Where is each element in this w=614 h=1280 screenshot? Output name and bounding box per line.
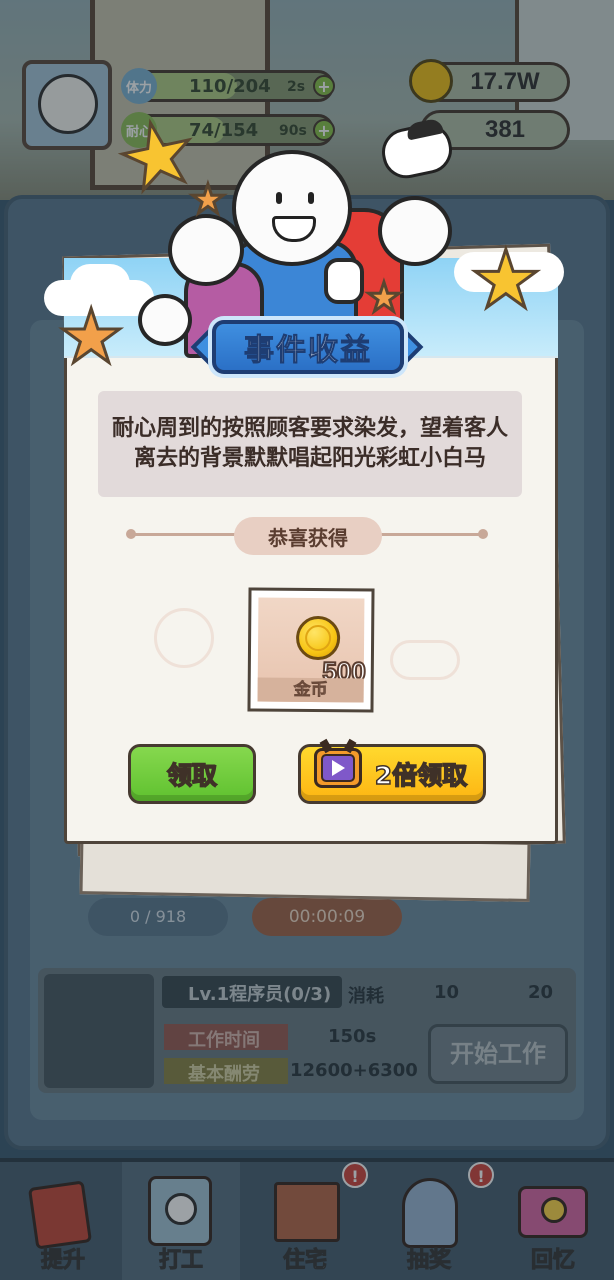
star-icon-mid: ★: [365, 275, 404, 321]
event-description: 耐心周到的按照顾客要求染发，望着客人离去的背景默默唱起阳光彩虹小白马: [111, 416, 508, 471]
star-icon-right: ★: [469, 233, 544, 326]
star-icon-small: ★: [189, 177, 228, 223]
divider-dot-right: [478, 529, 488, 539]
red-character-head: [378, 196, 452, 266]
small-character-head: [138, 294, 192, 346]
modal-title-banner: 事件收益: [212, 320, 404, 374]
reward-card: 500 金币: [247, 587, 375, 713]
congrats-label: 恭喜获得: [268, 525, 348, 550]
main-character-head: [232, 150, 352, 266]
gold-coin-icon: [295, 615, 341, 661]
star-icon-bottom-left: ★: [56, 294, 125, 380]
thumbs-up-hand: [324, 258, 364, 304]
claim-button-label: 领取: [166, 760, 218, 791]
video-ad-icon: [308, 738, 366, 790]
claim-button[interactable]: 领取: [128, 744, 256, 804]
double-claim-button-label: 2倍领取: [374, 760, 468, 791]
event-description-box: 耐心周到的按照顾客要求染发，望着客人离去的背景默默唱起阳光彩虹小白马: [98, 391, 522, 497]
congrats-pill: 恭喜获得: [234, 517, 382, 555]
reward-name: 金币: [257, 677, 364, 703]
modal-title: 事件收益: [244, 333, 372, 369]
purple-character-head: [168, 214, 244, 286]
modal-paper-shadow: [79, 834, 531, 902]
divider-dot-left: [126, 529, 136, 539]
